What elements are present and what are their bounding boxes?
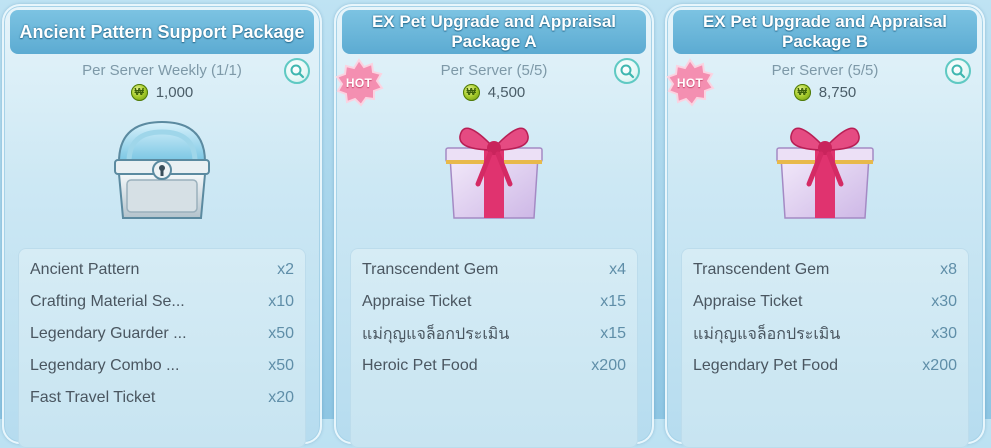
item-quantity: x50: [268, 325, 294, 342]
item-name: แม่กุญแจล็อกประเมิน: [693, 325, 841, 343]
chest-icon: [4, 110, 320, 230]
gift-box-icon: [667, 110, 983, 230]
list-item: Transcendent Gem x4: [362, 259, 626, 281]
list-item: Legendary Pet Food x200: [693, 355, 957, 377]
item-list: Ancient Pattern x2 Crafting Material Se..…: [18, 248, 306, 448]
item-name: Transcendent Gem: [693, 261, 830, 278]
package-card-3[interactable]: EX Pet Upgrade and Appraisal Package B H…: [665, 4, 985, 448]
list-item: Appraise Ticket x15: [362, 291, 626, 313]
list-item: แม่กุญแจล็อกประเมิน x30: [693, 323, 957, 345]
item-quantity: x15: [600, 293, 626, 310]
item-quantity: x4: [609, 261, 626, 278]
item-name: แม่กุญแจล็อกประเมิน: [362, 325, 510, 343]
list-item: Crafting Material Se... x10: [30, 291, 294, 313]
item-name: Transcendent Gem: [362, 261, 499, 278]
package-card-1[interactable]: Ancient Pattern Support Package Per Serv…: [2, 4, 322, 448]
list-item: Transcendent Gem x8: [693, 259, 957, 281]
item-quantity: x30: [931, 325, 957, 342]
item-name: Legendary Pet Food: [693, 357, 838, 374]
item-list: Transcendent Gem x4 Appraise Ticket x15 แม…: [350, 248, 638, 448]
item-quantity: x8: [940, 261, 957, 278]
package-title: EX Pet Upgrade and Appraisal Package A: [342, 10, 646, 54]
item-quantity: x200: [922, 357, 957, 374]
purchase-limit: Per Server Weekly (1/1): [82, 62, 242, 79]
price: ₩ 1,000: [4, 84, 320, 101]
item-quantity: x30: [931, 293, 957, 310]
purchase-limit: Per Server (5/5): [440, 62, 548, 79]
item-name: Crafting Material Se...: [30, 293, 185, 310]
item-name: Fast Travel Ticket: [30, 389, 156, 406]
price-value: 4,500: [487, 84, 526, 101]
price: ₩ 8,750: [667, 84, 983, 101]
list-item: Legendary Guarder ... x50: [30, 323, 294, 345]
list-item: Fast Travel Ticket x20: [30, 387, 294, 409]
price: ₩ 4,500: [336, 84, 652, 101]
currency-icon: ₩: [462, 84, 480, 101]
list-item: Legendary Combo ... x50: [30, 355, 294, 377]
package-card-2[interactable]: EX Pet Upgrade and Appraisal Package A H…: [334, 4, 654, 448]
package-title: EX Pet Upgrade and Appraisal Package B: [673, 10, 977, 54]
item-quantity: x15: [600, 325, 626, 342]
item-name: Appraise Ticket: [362, 293, 472, 310]
currency-icon: ₩: [130, 84, 148, 101]
gift-box-icon: [336, 110, 652, 230]
price-value: 1,000: [155, 84, 194, 101]
item-name: Ancient Pattern: [30, 261, 140, 278]
currency-icon: ₩: [793, 84, 811, 101]
purchase-limit: Per Server (5/5): [771, 62, 879, 79]
item-name: Legendary Combo ...: [30, 357, 180, 374]
item-quantity: x200: [591, 357, 626, 374]
item-quantity: x10: [268, 293, 294, 310]
price-value: 8,750: [818, 84, 857, 101]
list-item: Appraise Ticket x30: [693, 291, 957, 313]
item-name: Appraise Ticket: [693, 293, 803, 310]
item-quantity: x20: [268, 389, 294, 406]
item-list: Transcendent Gem x8 Appraise Ticket x30 แม…: [681, 248, 969, 448]
list-item: แม่กุญแจล็อกประเมิน x15: [362, 323, 626, 345]
item-quantity: x2: [277, 261, 294, 278]
item-name: Legendary Guarder ...: [30, 325, 187, 342]
list-item: Ancient Pattern x2: [30, 259, 294, 281]
item-quantity: x50: [268, 357, 294, 374]
package-title: Ancient Pattern Support Package: [10, 10, 314, 54]
list-item: Heroic Pet Food x200: [362, 355, 626, 377]
item-name: Heroic Pet Food: [362, 357, 478, 374]
